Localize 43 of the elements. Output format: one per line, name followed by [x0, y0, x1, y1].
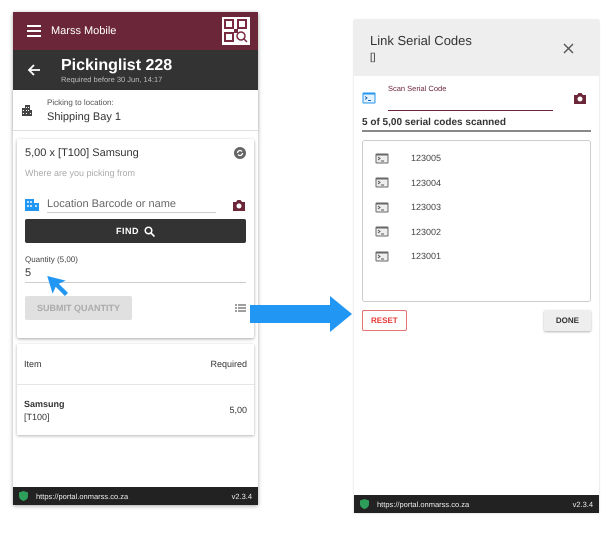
building-icon: [25, 198, 39, 210]
location-hint: Where are you picking from: [25, 168, 136, 178]
terminal-icon: [375, 250, 389, 262]
building-icon: [21, 104, 33, 116]
camera-icon[interactable]: [232, 198, 246, 210]
cursor-icon: [46, 276, 70, 296]
item-name: Samsung: [24, 398, 65, 408]
list-icon[interactable]: [235, 304, 246, 312]
dialog-title: Link Serial Codes: [370, 33, 472, 48]
app-title: Marss Mobile: [51, 25, 118, 37]
close-icon[interactable]: [563, 42, 574, 54]
serial-code[interactable]: 123004: [411, 178, 442, 188]
terminal-icon: [375, 226, 389, 238]
serial-code[interactable]: 123003: [411, 202, 442, 212]
serial-code[interactable]: 123002: [411, 226, 442, 237]
column-header: Required: [210, 359, 247, 369]
reset-button[interactable]: RESET: [362, 310, 407, 331]
terminal-icon: [375, 152, 389, 164]
shield-icon: [360, 499, 369, 509]
item-title: 5,00 x [T100] Samsung: [25, 147, 139, 159]
item-code: [T100]: [24, 412, 51, 422]
scan-progress-text: 5 of 5,00 serial codes scanned: [362, 117, 591, 132]
serial-code[interactable]: 123001: [411, 251, 442, 262]
sync-icon[interactable]: [234, 147, 246, 159]
done-button[interactable]: DONE: [544, 310, 591, 331]
camera-icon[interactable]: [573, 92, 587, 104]
terminal-icon: [375, 202, 389, 213]
location-label: Picking to location:: [47, 98, 115, 106]
shield-icon: [19, 491, 28, 501]
back-arrow-icon[interactable]: [27, 63, 41, 77]
terminal-icon: [362, 92, 376, 104]
column-header: Item: [24, 359, 42, 369]
terminal-icon: [375, 177, 389, 188]
location-value: Shipping Bay 1: [47, 110, 121, 122]
qr-code-icon: [222, 17, 250, 45]
page-title: Pickinglist 228: [61, 56, 172, 74]
menu-icon[interactable]: [27, 25, 41, 37]
find-button[interactable]: FIND: [25, 219, 246, 243]
search-icon: [144, 226, 155, 236]
serial-code[interactable]: 123005: [411, 153, 442, 164]
dialog-subtitle: []: [370, 52, 377, 63]
required-quantity: 5,00: [229, 405, 247, 415]
location-input[interactable]: Location Barcode or name: [47, 196, 216, 213]
